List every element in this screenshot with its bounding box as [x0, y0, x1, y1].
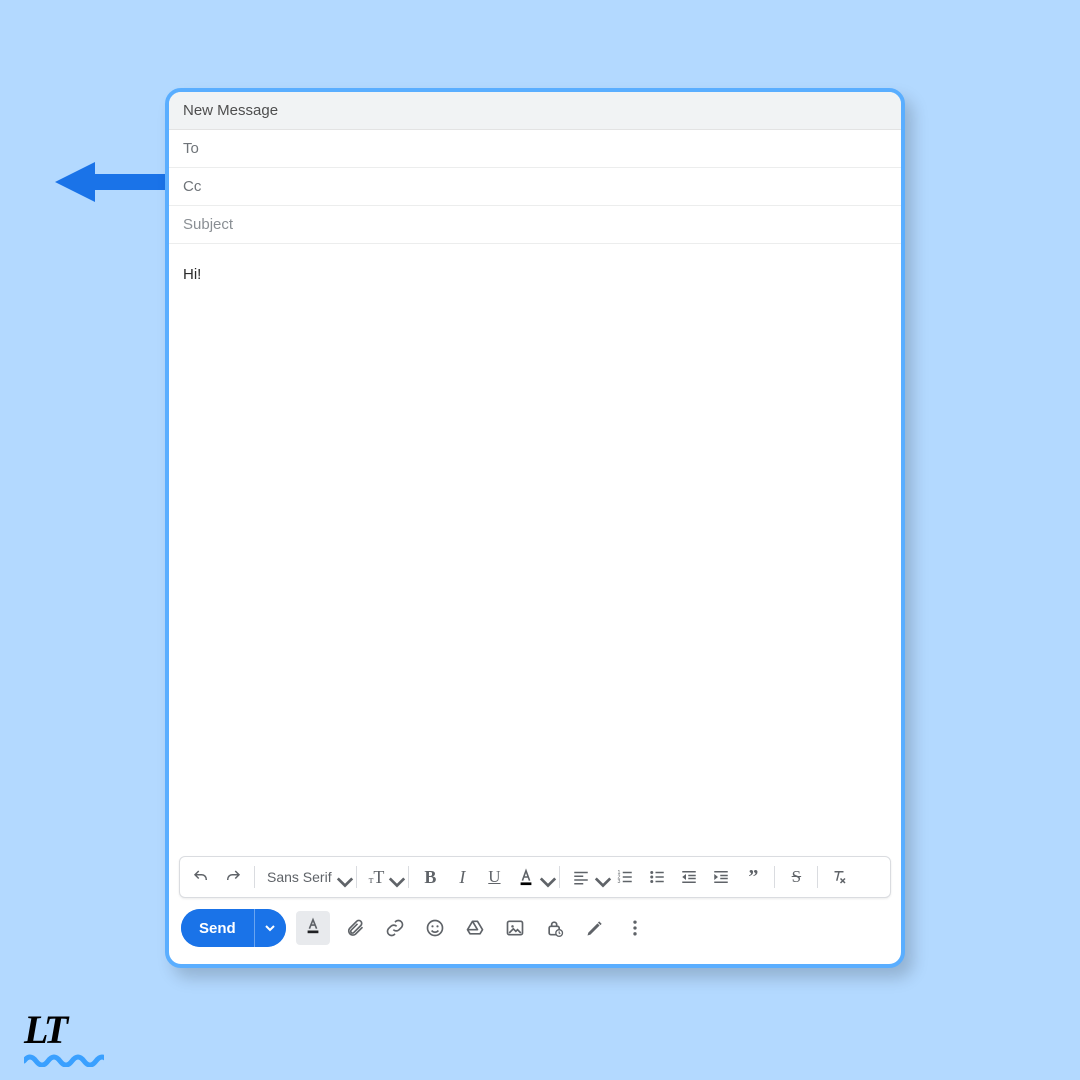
insert-photo-button[interactable] — [500, 913, 530, 943]
message-body[interactable]: Hi! — [169, 244, 901, 856]
more-vertical-icon — [625, 918, 645, 938]
numbered-list-button[interactable]: 123 — [610, 862, 640, 892]
underline-icon: U — [488, 867, 500, 887]
brand-logo: LT — [24, 1006, 104, 1066]
italic-button[interactable]: I — [447, 862, 477, 892]
svg-text:3: 3 — [618, 879, 621, 885]
to-field-label: To — [183, 140, 199, 157]
insert-signature-button[interactable] — [580, 913, 610, 943]
quote-button[interactable]: ” — [738, 862, 768, 892]
formatting-toolbar: Sans Serif тT B I U — [179, 856, 891, 898]
remove-formatting-button[interactable] — [824, 862, 854, 892]
font-size-dropdown[interactable]: тT — [363, 862, 403, 892]
chevron-down-icon — [594, 873, 602, 881]
send-options-button[interactable] — [254, 909, 286, 947]
to-field[interactable]: To — [169, 130, 901, 168]
undo-button[interactable] — [186, 862, 216, 892]
message-body-text: Hi! — [183, 266, 201, 283]
emoji-icon — [425, 918, 445, 938]
wave-underline-icon — [24, 1053, 104, 1067]
quote-icon: ” — [748, 872, 758, 882]
window-title-text: New Message — [183, 102, 278, 119]
strikethrough-button[interactable]: S — [781, 862, 811, 892]
bulleted-list-icon — [648, 868, 666, 886]
toolbar-divider — [254, 866, 255, 888]
callout-arrow — [55, 160, 165, 204]
font-size-icon: тT — [369, 867, 385, 888]
subject-field[interactable]: Subject — [169, 206, 901, 244]
chevron-down-icon — [336, 873, 344, 881]
insert-emoji-button[interactable] — [420, 913, 450, 943]
more-options-button[interactable] — [620, 913, 650, 943]
bold-icon: B — [424, 867, 436, 888]
font-family-dropdown[interactable]: Sans Serif — [261, 862, 350, 892]
toolbar-divider — [408, 866, 409, 888]
toolbar-divider — [774, 866, 775, 888]
send-button[interactable]: Send — [181, 909, 254, 947]
underline-button[interactable]: U — [479, 862, 509, 892]
chevron-down-icon — [388, 873, 396, 881]
lock-clock-icon — [545, 918, 565, 938]
send-button-group: Send — [181, 909, 286, 947]
text-color-dropdown[interactable] — [511, 862, 553, 892]
toolbar-divider — [817, 866, 818, 888]
indent-decrease-icon — [680, 868, 698, 886]
font-family-label: Sans Serif — [267, 869, 332, 885]
link-icon — [385, 918, 405, 938]
formatting-options-button[interactable] — [296, 911, 330, 945]
brand-logo-text: LT — [24, 1006, 104, 1053]
compose-action-bar: Send — [169, 908, 901, 964]
image-icon — [505, 918, 525, 938]
bold-button[interactable]: B — [415, 862, 445, 892]
insert-drive-button[interactable] — [460, 913, 490, 943]
bulleted-list-button[interactable] — [642, 862, 672, 892]
cc-field[interactable]: Cc — [169, 168, 901, 206]
remove-formatting-icon — [830, 868, 848, 886]
redo-button[interactable] — [218, 862, 248, 892]
indent-increase-icon — [712, 868, 730, 886]
indent-increase-button[interactable] — [706, 862, 736, 892]
toolbar-divider — [559, 866, 560, 888]
compose-window: New Message To Cc Subject Hi! Sans Serif — [165, 88, 905, 968]
italic-icon: I — [459, 867, 465, 888]
align-dropdown[interactable] — [566, 862, 608, 892]
drive-icon — [465, 918, 485, 938]
paperclip-icon — [345, 918, 365, 938]
redo-icon — [224, 868, 242, 886]
numbered-list-icon: 123 — [616, 868, 634, 886]
cc-field-label: Cc — [183, 178, 201, 195]
chevron-down-icon — [265, 921, 275, 936]
subject-placeholder: Subject — [183, 216, 233, 233]
chevron-down-icon — [539, 873, 547, 881]
send-button-label: Send — [199, 920, 236, 937]
toolbar-divider — [356, 866, 357, 888]
pen-icon — [585, 918, 605, 938]
window-title: New Message — [169, 92, 901, 130]
attach-file-button[interactable] — [340, 913, 370, 943]
insert-link-button[interactable] — [380, 913, 410, 943]
text-color-icon — [517, 868, 535, 886]
confidential-mode-button[interactable] — [540, 913, 570, 943]
indent-decrease-button[interactable] — [674, 862, 704, 892]
align-left-icon — [572, 868, 590, 886]
undo-icon — [192, 868, 210, 886]
strikethrough-icon: S — [792, 867, 801, 887]
text-color-icon — [304, 917, 322, 940]
